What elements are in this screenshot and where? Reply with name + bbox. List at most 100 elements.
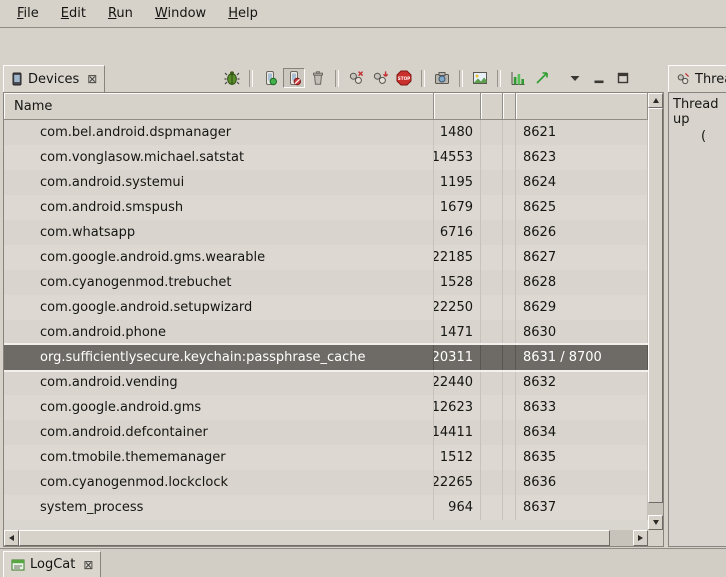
process-name-cell: com.google.android.gms.wearable (4, 245, 434, 270)
blank-cell (481, 445, 503, 470)
menu-help[interactable]: Help (217, 3, 269, 25)
vertical-scroll-thumb[interactable] (648, 108, 663, 503)
threads-icon (676, 72, 690, 86)
table-row[interactable]: system_process 964 8637 (4, 495, 648, 520)
process-pid-cell: 22185 (434, 245, 481, 270)
column-header-pid[interactable] (434, 93, 481, 119)
table-row[interactable]: com.android.smspush 1679 8625 (4, 195, 648, 220)
maximize-button[interactable] (612, 68, 634, 88)
table-row[interactable]: com.cyanogenmod.lockclock 22265 8636 (4, 470, 648, 495)
horizontal-scrollbar[interactable] (4, 530, 648, 546)
table-row[interactable]: com.android.vending 22440 8632 (4, 370, 648, 395)
table-row[interactable]: com.vonglasow.michael.satstat 14553 8623 (4, 145, 648, 170)
close-icon[interactable]: ⊠ (87, 72, 97, 86)
process-port-cell: 8631 / 8700 (516, 345, 648, 370)
tab-devices[interactable]: Devices ⊠ (3, 65, 105, 92)
blank-cell (503, 320, 516, 345)
blank-cell (481, 220, 503, 245)
process-pid-cell: 1471 (434, 320, 481, 345)
arrow-right-icon (638, 535, 643, 541)
menu-run[interactable]: Run (97, 3, 144, 25)
device-icon (11, 72, 23, 86)
threads-message: Thread up ( (668, 92, 726, 547)
screen-capture-button[interactable] (431, 68, 453, 88)
update-heap-button[interactable] (259, 68, 281, 88)
blank-cell (481, 420, 503, 445)
menu-edit[interactable]: Edit (50, 3, 97, 25)
menu-window-label-rest: indow (167, 6, 206, 21)
toolbar-separator (421, 70, 425, 87)
update-threads-icon (348, 70, 364, 86)
blank-cell (503, 120, 516, 145)
close-icon[interactable]: ⊠ (83, 558, 93, 572)
table-row[interactable]: com.android.systemui 1195 8624 (4, 170, 648, 195)
ddms-window: File Edit Run Window Help Devices ⊠ (0, 0, 726, 577)
column-header-name[interactable]: Name (4, 93, 434, 119)
blank-cell (481, 245, 503, 270)
blank-cell (481, 145, 503, 170)
table-header-row: Name (4, 93, 648, 120)
update-threads-button[interactable] (345, 68, 367, 88)
tab-devices-label: Devices (28, 72, 79, 87)
column-header-blank2[interactable] (503, 93, 516, 119)
devices-tabbar: Devices ⊠ (3, 64, 664, 92)
debug-process-button[interactable] (221, 68, 243, 88)
table-row[interactable]: com.bel.android.dspmanager 1480 8621 (4, 120, 648, 145)
tab-threads[interactable]: Threads (668, 65, 726, 92)
blank-cell (503, 270, 516, 295)
menu-window[interactable]: Window (144, 3, 217, 25)
table-row[interactable]: com.cyanogenmod.trebuchet 1528 8628 (4, 270, 648, 295)
blank-cell (503, 420, 516, 445)
vertical-scrollbar[interactable] (648, 93, 663, 530)
stop-process-button[interactable]: STOP (393, 68, 415, 88)
table-row[interactable]: com.android.phone 1471 8630 (4, 320, 648, 345)
process-port-cell: 8628 (516, 270, 648, 295)
process-pid-cell: 22265 (434, 470, 481, 495)
menu-help-label: H (228, 6, 238, 21)
update-heap-phone-icon (262, 70, 278, 86)
toolbar-separator (459, 70, 463, 87)
toolbar-separator (249, 70, 253, 87)
method-profiling-icon (372, 70, 388, 86)
tab-logcat[interactable]: LogCat ⊠ (3, 551, 101, 577)
dump-hprof-button[interactable] (283, 68, 305, 88)
process-pid-cell: 12623 (434, 395, 481, 420)
scroll-right-button[interactable] (633, 530, 648, 546)
column-header-blank1[interactable] (481, 93, 503, 119)
scroll-up-button[interactable] (648, 93, 663, 108)
blank-cell (503, 370, 516, 395)
method-profiling-button[interactable] (369, 68, 391, 88)
table-row[interactable]: org.sufficientlysecure.keychain:passphra… (4, 345, 648, 370)
process-pid-cell: 1195 (434, 170, 481, 195)
blank-cell (503, 345, 516, 370)
dump-hprof-phone-icon (286, 70, 302, 86)
cause-gc-button[interactable] (307, 68, 329, 88)
tracing-button[interactable] (531, 68, 553, 88)
sysinfo-button[interactable] (507, 68, 529, 88)
table-row[interactable]: com.whatsapp 6716 8626 (4, 220, 648, 245)
toolbar-separator (497, 70, 501, 87)
menu-window-label: W (155, 6, 168, 21)
menu-file[interactable]: File (6, 3, 50, 25)
table-row[interactable]: com.google.android.gms.wearable 22185 86… (4, 245, 648, 270)
horizontal-scroll-thumb[interactable] (19, 530, 610, 546)
table-row[interactable]: com.tmobile.thememanager 1512 8635 (4, 445, 648, 470)
process-name-cell: com.android.defcontainer (4, 420, 434, 445)
scroll-left-button[interactable] (4, 530, 19, 546)
process-name-cell: com.android.vending (4, 370, 434, 395)
table-row[interactable]: com.google.android.setupwizard 22250 862… (4, 295, 648, 320)
column-header-port[interactable] (516, 93, 648, 119)
table-row[interactable]: com.android.defcontainer 14411 8634 (4, 420, 648, 445)
process-pid-cell: 1528 (434, 270, 481, 295)
process-name-cell: com.google.android.gms (4, 395, 434, 420)
blank-cell (503, 145, 516, 170)
table-row[interactable]: com.google.android.gms 12623 8633 (4, 395, 648, 420)
arrow-up-icon (653, 98, 659, 103)
view-ui-hierarchy-button[interactable] (469, 68, 491, 88)
menu-file-label-rest: ile (24, 6, 39, 21)
view-menu-button[interactable] (564, 68, 586, 88)
process-name-cell: com.tmobile.thememanager (4, 445, 434, 470)
process-port-cell: 8625 (516, 195, 648, 220)
minimize-button[interactable] (588, 68, 610, 88)
scroll-down-button[interactable] (648, 515, 663, 530)
